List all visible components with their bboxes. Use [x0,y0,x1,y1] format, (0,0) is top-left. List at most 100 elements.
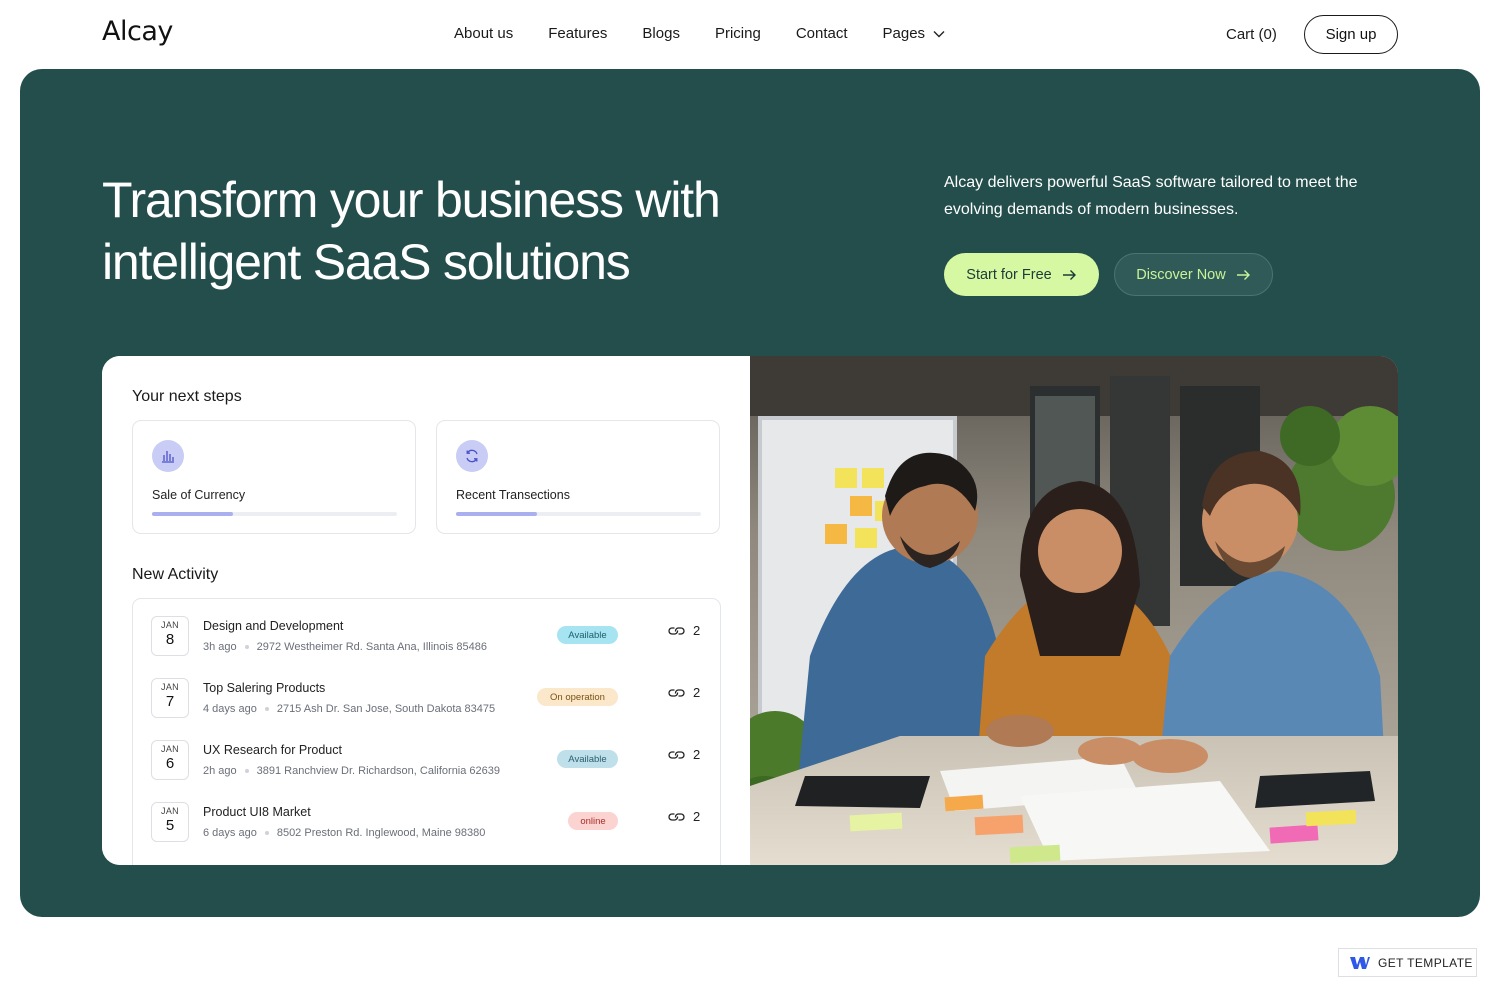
link-count-value: 2 [693,747,701,762]
nav-link-pricing[interactable]: Pricing [715,25,761,42]
activity-row[interactable]: JAN 6 UX Research for Product 2h ago 3891… [133,723,722,785]
date-day: 5 [165,817,175,834]
start-free-button[interactable]: Start for Free [944,253,1099,296]
date-day: 8 [165,631,175,648]
nav-link-label: Contact [795,25,848,42]
nav-link-label: Pages [882,25,926,42]
activity-row[interactable]: JAN 5 Product UI8 Market 6 days ago 8502 … [133,785,722,847]
step-progress-track [152,512,397,516]
nav-link-label: Blogs [642,25,680,42]
date-badge: JAN 6 [151,740,189,780]
headline-line-2: intelligent SaaS solutions [102,234,631,290]
next-steps-title: Your next steps [132,388,242,405]
date-month: JAN [161,744,179,754]
activity-time: 6 days ago [203,827,257,839]
refresh-icon [456,440,488,472]
arrow-right-icon [1062,269,1076,280]
step-card-recent-transactions[interactable]: Recent Transections [436,420,720,534]
headline-line-1: Transform your business with [102,172,721,228]
activity-meta: 3h ago 2972 Westheimer Rd. Santa Ana, Ill… [203,641,487,653]
activity-row[interactable]: JAN 7 Top Salering Products 4 days ago 27… [133,661,722,723]
link-count[interactable]: 2 [667,623,700,638]
signup-button[interactable]: Sign up [1304,15,1398,54]
activity-address: 2715 Ash Dr. San Jose, South Dakota 8347… [276,703,496,715]
activity-title: Top Salering Products [203,681,326,695]
link-count-value: 2 [693,685,701,700]
activity-time: 2h ago [203,765,237,777]
team-collaboration-photo [750,356,1398,865]
link-count[interactable]: 2 [667,685,700,700]
nav-link-features[interactable]: Features [548,25,607,42]
step-progress-track [456,512,701,516]
nav-link-blogs[interactable]: Blogs [642,25,680,42]
activity-row[interactable]: JAN 8 Design and Development 3h ago 2972 … [133,599,722,661]
separator-dot [244,645,249,649]
nav-link-pages[interactable]: Pages [883,25,946,42]
date-badge: JAN 8 [151,616,189,656]
nav-link-label: Features [548,25,608,42]
chevron-down-icon [933,30,945,37]
separator-dot [244,769,249,773]
step-label: Sale of Currency [152,488,246,502]
activity-meta: 4 days ago 2715 Ash Dr. San Jose, South D… [203,703,495,715]
hero-section: Transform your business with intelligent… [20,69,1480,917]
button-label: Discover Now [1136,266,1226,283]
activity-time: 3h ago [203,641,237,653]
activity-address: 2972 Westheimer Rd. Santa Ana, Illinois … [256,641,487,653]
nav-link-about[interactable]: About us [454,25,513,42]
date-badge: JAN 7 [151,678,189,718]
cart-link[interactable]: Cart (0) [1226,26,1277,43]
bar-chart-icon [152,440,184,472]
date-month: JAN [161,682,179,692]
link-icon [668,750,685,759]
status-badge: Available [557,750,618,768]
nav-link-label: About us [454,25,514,42]
date-day: 6 [165,755,175,772]
separator-dot [264,831,269,835]
get-template-button[interactable]: GET TEMPLATE [1338,948,1477,977]
nav-link-contact[interactable]: Contact [796,25,848,42]
status-badge: Available [557,626,618,644]
date-badge: JAN 5 [151,802,189,842]
link-icon [668,626,685,635]
activity-meta: 2h ago 3891 Ranchview Dr. Richardson, Cal… [203,765,500,777]
date-month: JAN [161,620,179,630]
webflow-icon [1350,956,1370,969]
activity-address: 8502 Preston Rd. Inglewood, Maine 98380 [276,827,486,839]
status-badge: online [568,812,618,830]
activity-time: 4 days ago [203,703,257,715]
link-count[interactable]: 2 [667,747,700,762]
link-icon [668,688,685,697]
activity-list: JAN 8 Design and Development 3h ago 2972 … [132,598,721,865]
get-template-label: GET TEMPLATE [1378,955,1473,970]
dashboard-preview: Your next steps Sale of Currency Recent … [102,356,1398,865]
status-badge: On operation [537,688,618,706]
separator-dot [264,707,269,711]
date-day: 7 [165,693,175,710]
step-progress-fill [456,512,537,516]
step-card-sale-of-currency[interactable]: Sale of Currency [132,420,416,534]
dashboard-panel: Your next steps Sale of Currency Recent … [102,356,750,865]
new-activity-title: New Activity [132,566,219,583]
button-label: Start for Free [966,266,1052,283]
activity-title: UX Research for Product [203,743,342,757]
logo[interactable]: Alcay [102,16,173,47]
date-month: JAN [161,806,179,816]
link-count-value: 2 [693,809,701,824]
step-progress-fill [152,512,233,516]
hero-headline: Transform your business with intelligent… [102,169,802,293]
link-count-value: 2 [693,623,701,638]
nav-link-label: Pricing [714,25,761,42]
link-icon [668,812,685,821]
hero-description: Alcay delivers powerful SaaS software ta… [944,174,1358,218]
arrow-right-icon [1236,269,1250,280]
activity-title: Design and Development [203,619,344,633]
nav-links: About us Features Blogs Pricing Contact … [454,25,980,42]
discover-now-button[interactable]: Discover Now [1114,253,1273,296]
link-count[interactable]: 2 [667,809,700,824]
activity-meta: 6 days ago 8502 Preston Rd. Inglewood, Ma… [203,827,485,839]
top-nav: Alcay About us Features Blogs Pricing Co… [0,0,1500,69]
activity-address: 3891 Ranchview Dr. Richardson, Californi… [256,765,501,777]
step-label: Recent Transections [456,488,570,502]
activity-title: Product UI8 Market [203,805,311,819]
